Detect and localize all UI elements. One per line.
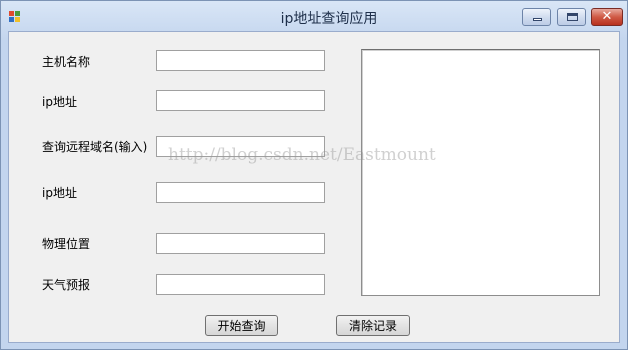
- form-client-area: 主机名称 ip地址 查询远程域名(输入) ip地址 物理位置 天气预报 开始查询…: [8, 31, 620, 343]
- location-field[interactable]: [156, 233, 325, 254]
- title-bar[interactable]: ip地址查询应用 ✕: [1, 1, 627, 31]
- minimize-icon: [533, 18, 542, 21]
- weather-field[interactable]: [156, 274, 325, 295]
- app-window: ip地址查询应用 ✕ 主机名称 ip地址 查询远程域名(输入) ip地址 物理位…: [0, 0, 628, 350]
- close-button[interactable]: ✕: [591, 8, 623, 26]
- resolved-ip-label: ip地址: [42, 186, 77, 200]
- weather-label: 天气预报: [42, 278, 91, 292]
- location-label: 物理位置: [42, 237, 91, 251]
- maximize-icon: [567, 13, 578, 21]
- hostname-field[interactable]: [156, 50, 325, 71]
- clear-records-button[interactable]: 清除记录: [336, 315, 410, 336]
- remote-domain-field[interactable]: [156, 136, 325, 157]
- hostname-label: 主机名称: [42, 55, 91, 69]
- resolved-ip-field[interactable]: [156, 182, 325, 203]
- close-icon: ✕: [601, 9, 613, 24]
- result-listbox[interactable]: [361, 49, 600, 296]
- remote-domain-label: 查询远程域名(输入): [42, 140, 148, 154]
- ip-address-label: ip地址: [42, 95, 77, 109]
- start-query-button[interactable]: 开始查询: [205, 315, 278, 336]
- maximize-button[interactable]: [557, 8, 586, 26]
- minimize-button[interactable]: [522, 8, 551, 26]
- ip-address-field[interactable]: [156, 90, 325, 111]
